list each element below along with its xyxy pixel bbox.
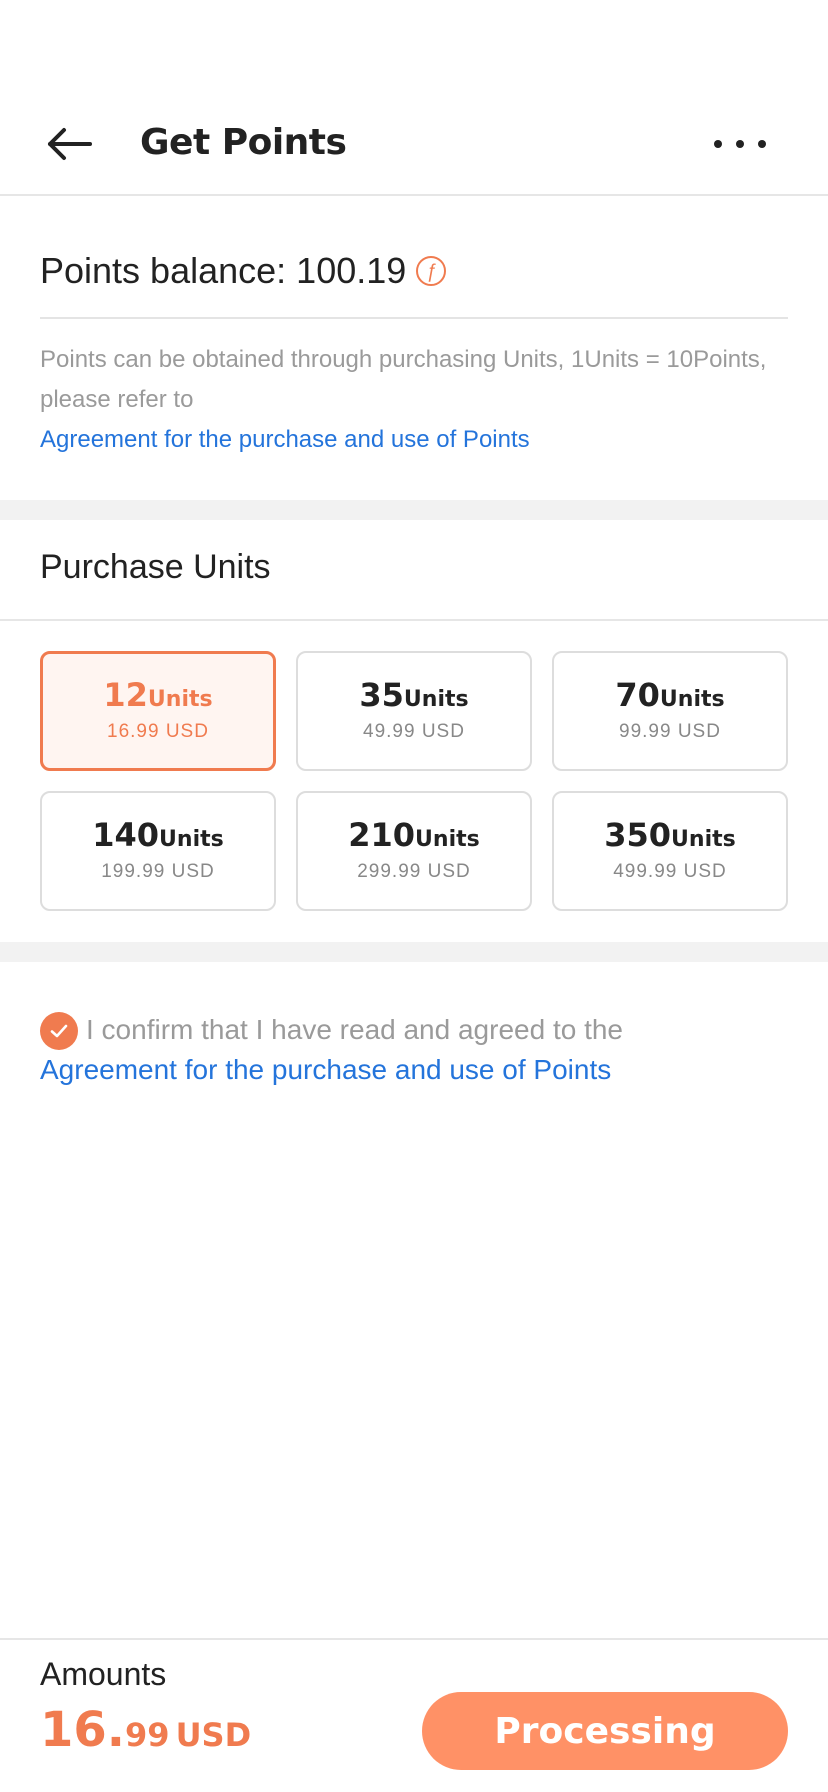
unit-price: 16.99 USD [107,721,209,742]
unit-quantity-number: 35 [359,676,404,714]
unit-suffix: Units [415,827,480,852]
points-balance-label: Points balance: 100.19 [40,250,407,291]
unit-option-210[interactable]: 210Units 299.99 USD [296,791,532,911]
unit-quantity-number: 350 [604,816,672,854]
page-title: Get Points [140,122,347,163]
unit-suffix: Units [671,827,736,852]
amount-decimal: 99 [125,1716,170,1754]
divider [40,317,788,319]
divider [0,619,828,621]
unit-quantity: 350Units [604,819,735,851]
points-info: Points can be obtained through purchasin… [40,340,788,460]
unit-suffix: Units [403,687,469,712]
agreement-link[interactable]: Agreement for the purchase and use of Po… [40,420,788,460]
purchase-units-title: Purchase Units [40,548,271,586]
more-horizontal-icon [714,140,722,148]
points-info-text: Points can be obtained through purchasin… [40,346,767,413]
get-points-page: Get Points Points balance: 100.19 ƒ Poin… [0,0,828,1792]
unit-quantity-number: 70 [615,676,660,714]
unit-quantity-number: 140 [92,816,160,854]
coin-symbol: ƒ [425,260,437,282]
unit-price: 199.99 USD [101,861,215,882]
unit-suffix: Units [159,827,224,852]
footer-bar: Amounts 16.99 USD Processing [0,1638,828,1792]
unit-option-140[interactable]: 140Units 199.99 USD [40,791,276,911]
unit-quantity: 12Units [103,679,212,711]
section-separator [0,942,828,962]
unit-quantity: 140Units [92,819,223,851]
unit-suffix: Units [147,687,213,712]
units-grid: 12Units 16.99 USD 35Units 49.99 USD 70Un… [40,651,788,911]
more-button[interactable] [714,126,766,162]
more-horizontal-icon [758,140,766,148]
unit-option-12[interactable]: 12Units 16.99 USD [40,651,276,771]
unit-quantity-number: 210 [348,816,416,854]
unit-price: 99.99 USD [619,721,721,742]
arrow-left-icon [48,128,92,160]
points-balance: Points balance: 100.19 ƒ [40,250,788,292]
unit-quantity-number: 12 [103,676,148,714]
amount-label: Amounts [40,1656,167,1692]
unit-quantity: 70Units [615,679,724,711]
unit-option-35[interactable]: 35Units 49.99 USD [296,651,532,771]
back-button[interactable] [40,122,100,166]
amount-value: 16.99 USD [40,1706,251,1754]
confirm-text: I confirm that I have read and agreed to… [86,1014,624,1045]
unit-option-350[interactable]: 350Units 499.99 USD [552,791,788,911]
unit-quantity: 210Units [348,819,479,851]
unit-option-70[interactable]: 70Units 99.99 USD [552,651,788,771]
unit-price: 49.99 USD [363,721,465,742]
unit-price: 499.99 USD [613,861,727,882]
confirm-agreement-link[interactable]: Agreement for the purchase and use of Po… [40,1050,800,1090]
amount-currency: USD [175,1716,252,1754]
check-mark-icon [50,1024,68,1038]
check-circle-icon[interactable] [40,1012,78,1050]
unit-price: 299.99 USD [357,861,471,882]
unit-suffix: Units [659,687,725,712]
more-horizontal-icon [736,140,744,148]
section-separator [0,500,828,520]
header: Get Points [0,92,828,196]
processing-button[interactable]: Processing [422,1692,788,1770]
amount-integer: 16. [40,1702,126,1758]
coin-icon: ƒ [416,256,447,286]
agreement-confirm: I confirm that I have read and agreed to… [40,1010,800,1090]
unit-quantity: 35Units [359,679,468,711]
